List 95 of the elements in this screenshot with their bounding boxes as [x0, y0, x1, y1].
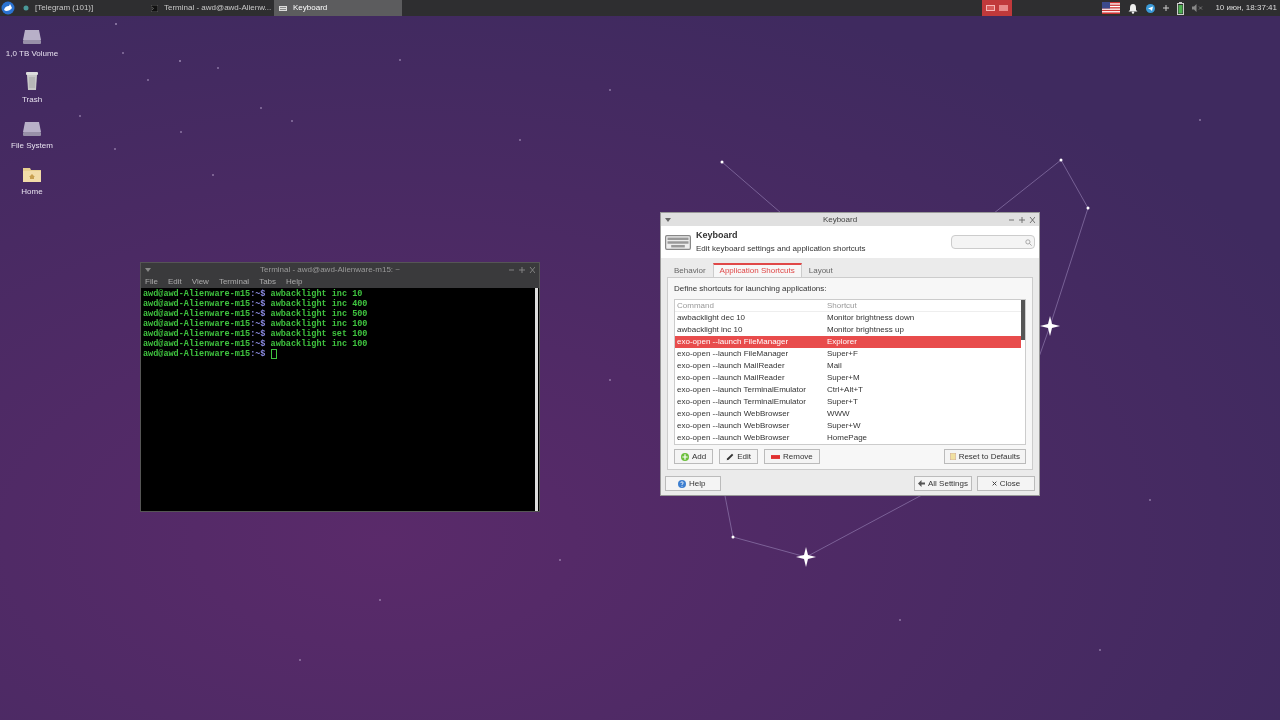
table-cell-text: Ctrl+Alt+T — [826, 384, 864, 396]
tab[interactable]: Application Shortcuts — [712, 263, 802, 277]
dialog-subtitle: Edit keyboard settings and application shortcuts — [696, 242, 867, 255]
terminal-icon — [151, 4, 158, 12]
table-cell-text: Monitor brightness down — [826, 312, 916, 324]
folder-icon — [22, 166, 42, 183]
description-text: Define shortcuts for launching applications: — [674, 283, 828, 295]
back-arrow-icon — [918, 480, 925, 487]
table-row[interactable]: exo-open --launch TerminalEmulator Super+T — [675, 396, 1021, 408]
menu-item[interactable]: File — [145, 276, 158, 288]
table-row[interactable]: exo-open --launch MailReader Super+M — [675, 372, 1021, 384]
paper-plane-icon[interactable] — [1146, 3, 1156, 13]
plus-icon — [681, 452, 689, 461]
menu-item[interactable]: Terminal — [218, 276, 250, 288]
desktop-icon-label[interactable]: 1,0 TB Volume — [5, 48, 59, 60]
menu-item[interactable]: Tabs — [259, 276, 277, 288]
taskbar-button[interactable]: [Telegram (101)] — [18, 0, 146, 16]
table-row[interactable]: awbacklight dec 10 Monitor brightness down — [675, 312, 1021, 324]
table-cell-text: exo-open --launch TerminalEmulator — [676, 396, 807, 408]
menu-item[interactable]: Help — [286, 276, 303, 288]
table-row[interactable]: exo-open --launch WebBrowser HomePage — [675, 432, 1021, 444]
table-cell-text: exo-open --launch WebBrowser — [676, 408, 791, 420]
desktop-icon-label[interactable]: Home — [21, 186, 43, 198]
tab[interactable]: Layout — [801, 263, 840, 277]
dialog-heading: Keyboard — [696, 229, 739, 243]
scrollbar[interactable] — [1021, 300, 1025, 340]
table-cell-text: awbacklight inc 10 — [676, 324, 744, 336]
table-cell-text: exo-open --launch TerminalEmulator — [676, 384, 807, 396]
sparkle-star-icon — [796, 547, 816, 567]
window-controls-icon[interactable] — [1009, 216, 1035, 223]
edit-button[interactable]: Edit — [719, 449, 759, 464]
close-icon — [991, 481, 997, 486]
table-cell-text: Super+T — [826, 396, 859, 408]
close-button[interactable]: Close — [977, 476, 1035, 491]
workspace-button[interactable] — [986, 5, 996, 11]
search-icon — [1025, 238, 1032, 246]
table-row[interactable]: exo-open --launch TerminalEmulator Ctrl+Alt+T — [675, 384, 1021, 396]
table-cell-text: exo-open --launch FileManager — [676, 336, 790, 348]
window-menu-icon[interactable] — [665, 217, 671, 222]
table-cell-text: HomePage — [826, 432, 869, 444]
table-row[interactable]: exo-open --launch FileManager Super+F — [675, 348, 1021, 360]
table-cell-text: Super+W — [826, 420, 862, 432]
table-cell-text: Monitor brightness up — [826, 324, 905, 336]
table-row[interactable]: awbacklight inc 10 Monitor brightness up — [675, 324, 1021, 336]
table-cell-text: Explorer — [826, 336, 858, 348]
table-row[interactable]: exo-open --launch MailReader Mail — [675, 360, 1021, 372]
sparkle-star-icon — [1040, 316, 1060, 336]
taskbar-button[interactable]: Terminal - awd@awd-Alienw... — [146, 0, 274, 16]
minus-icon — [771, 454, 781, 459]
taskbar-button[interactable]: Keyboard — [274, 0, 402, 16]
volume-muted-icon[interactable] — [1192, 4, 1204, 12]
table-cell-text: exo-open --launch MailReader — [676, 360, 786, 372]
menu-item[interactable]: Edit — [167, 276, 182, 288]
table-cell-text: exo-open --launch WebBrowser — [676, 432, 791, 444]
table-row[interactable]: exo-open --launch FileManager Explorer — [675, 336, 1021, 348]
table-cell-text: Super+M — [826, 372, 861, 384]
scrollbar[interactable] — [535, 288, 538, 511]
flag-icon[interactable] — [1102, 2, 1121, 14]
battery-icon[interactable] — [1177, 1, 1185, 15]
drive-icon — [22, 29, 42, 45]
app-icon — [23, 5, 29, 11]
table-cell-text: WWW — [826, 408, 851, 420]
trash-icon — [24, 71, 40, 91]
notification-bell-icon[interactable] — [1128, 2, 1139, 14]
table-cell-text: awbacklight dec 10 — [676, 312, 747, 324]
help-icon — [678, 479, 686, 488]
desktop-icon-label[interactable]: File System — [11, 140, 53, 152]
keyboard-icon — [279, 5, 287, 11]
search-field[interactable] — [951, 235, 1035, 249]
reset-button[interactable]: Reset to Defaults — [943, 449, 1026, 464]
remove-button[interactable]: Remove — [764, 449, 820, 464]
desktop-icon-label[interactable]: Trash — [21, 94, 43, 106]
drive-icon — [22, 121, 42, 137]
table-cell-text: exo-open --launch FileManager — [676, 348, 790, 360]
table-row[interactable]: exo-open --launch WebBrowser WWW — [675, 408, 1021, 420]
keyboard-icon — [665, 234, 691, 250]
pencil-icon — [726, 452, 735, 461]
clock[interactable]: 10 июн, 18:37:41 — [1215, 2, 1277, 14]
table-cell-text: exo-open --launch WebBrowser — [676, 420, 791, 432]
window-menu-icon[interactable] — [145, 267, 151, 272]
table-row[interactable]: exo-open --launch WebBrowser Super+W — [675, 420, 1021, 432]
window-controls-icon[interactable] — [509, 266, 535, 273]
table-cell-text: exo-open --launch MailReader — [676, 372, 786, 384]
add-button[interactable]: Add — [674, 449, 714, 464]
window-title: Keyboard — [821, 213, 859, 226]
workspace-button[interactable] — [999, 5, 1009, 11]
tab[interactable]: Behavior — [667, 263, 713, 277]
menu-item[interactable]: View — [191, 276, 209, 288]
help-button[interactable]: Help — [665, 476, 721, 491]
app-menu-icon[interactable] — [0, 0, 16, 16]
table-cell-text: Mail — [826, 360, 843, 372]
all-settings-button[interactable]: All Settings — [914, 476, 972, 491]
document-icon — [949, 453, 956, 460]
table-cell-text: Super+F — [826, 348, 859, 360]
window-title: Terminal - awd@awd-Alienware-m15: ~ — [259, 263, 401, 276]
